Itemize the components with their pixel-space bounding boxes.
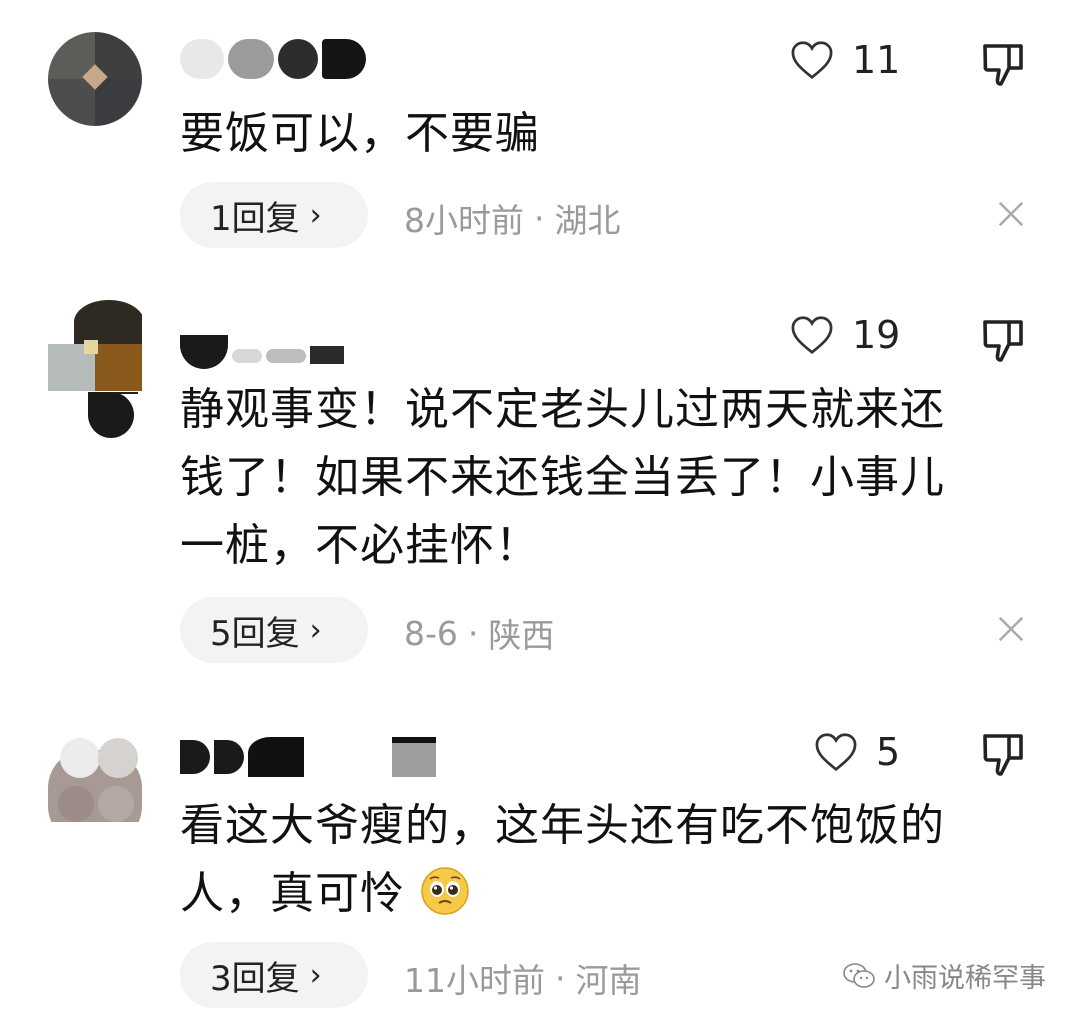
comment-meta: 8小时前 · 湖北 (404, 194, 621, 242)
comment-time: 8-6 (404, 613, 458, 653)
heart-outline-icon (815, 733, 857, 772)
chevron-right-icon: › (309, 957, 322, 993)
meta-separator: · (555, 958, 566, 998)
reply-button[interactable]: 5回复 › (180, 597, 368, 663)
username-redacted[interactable] (180, 735, 436, 779)
heart-outline-icon (791, 316, 833, 355)
close-icon[interactable] (996, 199, 1026, 229)
like-button[interactable]: 5 (814, 730, 900, 774)
comment-location: 湖北 (554, 201, 621, 240)
meta-separator: · (534, 198, 545, 238)
heart-outline-icon (791, 41, 833, 80)
username-redacted[interactable] (180, 322, 344, 369)
like-count: 11 (852, 38, 901, 82)
comment-text-line-with-emoji: 人，真可怜 (180, 860, 1010, 928)
comment-location: 河南 (575, 961, 642, 1000)
pleading-face-emoji (421, 867, 469, 915)
avatar-shadow (88, 392, 134, 438)
watermark-text: 小雨说稀罕事 (884, 963, 1046, 994)
comment-location: 陕西 (488, 616, 555, 655)
reply-label: 3回复 (210, 958, 300, 999)
reply-label: 5回复 (210, 613, 300, 654)
like-count: 5 (876, 730, 901, 774)
chevron-right-icon: › (309, 197, 322, 233)
comment-meta: 8-6 · 陕西 (404, 609, 554, 657)
username-redacted[interactable] (180, 37, 366, 81)
reply-button[interactable]: 1回复 › (180, 182, 368, 248)
comment-text: 静观事变！说不定老头儿过两天就来还 钱了！如果不来还钱全当丢了！小事儿 一桩，不… (180, 376, 1010, 580)
comment-time: 8小时前 (404, 201, 524, 240)
comment-text-line: 一桩，不必挂怀！ (180, 520, 540, 571)
reply-label: 1回复 (210, 198, 300, 239)
reply-button[interactable]: 3回复 › (180, 942, 368, 1008)
like-button[interactable]: 11 (790, 38, 900, 82)
comment-text: 要饭可以，不要骗 (180, 108, 540, 159)
meta-separator: · (467, 613, 479, 653)
wechat-icon (843, 962, 875, 988)
thumbs-down-icon[interactable] (978, 40, 1028, 88)
like-count: 19 (852, 313, 901, 357)
chevron-right-icon: › (309, 612, 322, 648)
comment-text-line: 看这大爷瘦的，这年头还有吃不饱饭的 (180, 800, 945, 851)
avatar[interactable] (48, 300, 142, 394)
comment-meta: 11小时前 · 河南 (404, 954, 642, 1002)
thumbs-down-icon[interactable] (978, 730, 1028, 778)
close-icon[interactable] (996, 614, 1026, 644)
comment-time: 11小时前 (404, 961, 545, 1000)
like-button[interactable]: 19 (790, 313, 900, 357)
comment-text: 看这大爷瘦的，这年头还有吃不饱饭的 人，真可怜 (180, 792, 1010, 928)
comment-text-line: 静观事变！说不定老头儿过两天就来还 (180, 384, 945, 435)
avatar[interactable] (48, 728, 142, 822)
avatar[interactable] (48, 32, 142, 126)
comment-text-line: 钱了！如果不来还钱全当丢了！小事儿 (180, 452, 945, 503)
thumbs-down-icon[interactable] (978, 316, 1028, 364)
comment-text-line: 人，真可怜 (180, 868, 405, 919)
watermark: 小雨说稀罕事 (842, 956, 1046, 995)
